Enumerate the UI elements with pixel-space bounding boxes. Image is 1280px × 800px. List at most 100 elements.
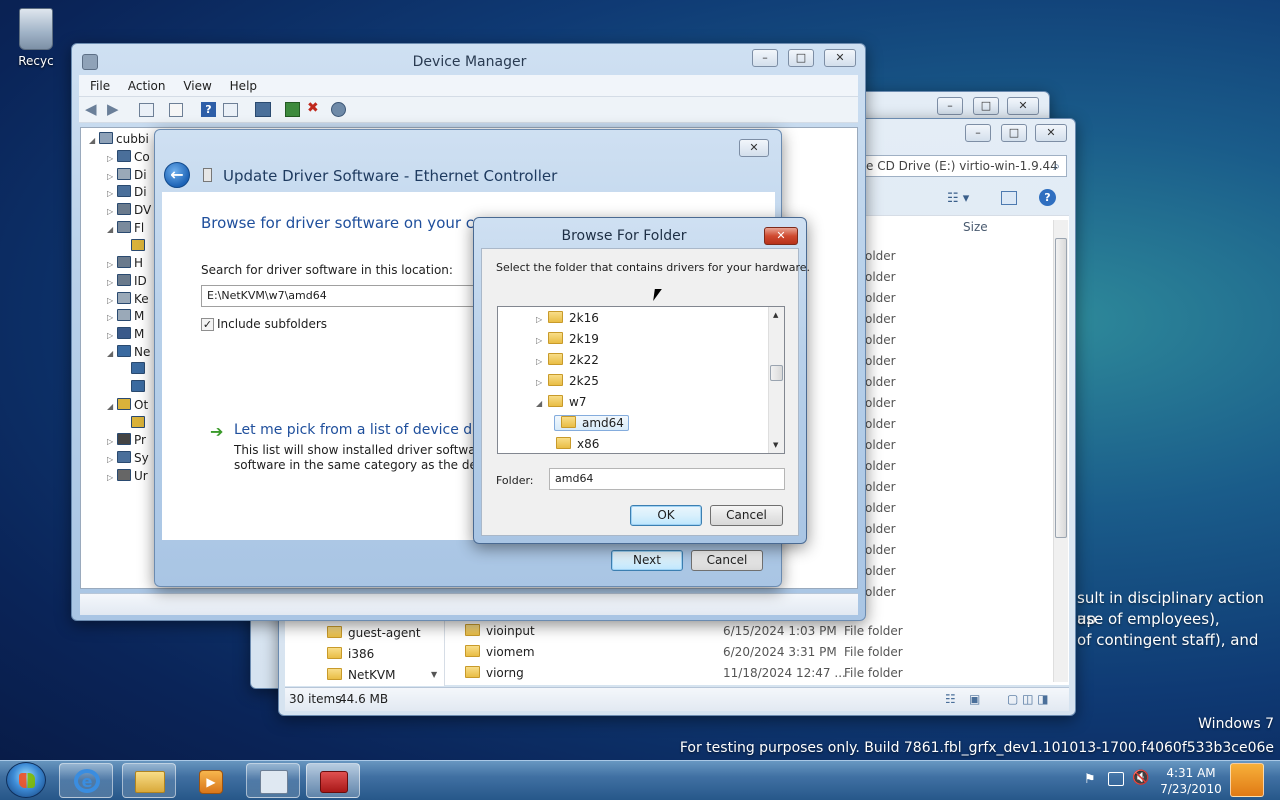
selected-folder[interactable]: amd64 <box>554 415 629 431</box>
close-button[interactable]: ✕ <box>764 227 798 245</box>
tree-item[interactable] <box>121 237 148 255</box>
folder-tree-rows[interactable]: ▷ 2k16 ▷ 2k19 ▷ 2k22 ▷ 2k25 ◢ w7 amd64 x86 <box>498 307 768 453</box>
minimize-button[interactable]: – <box>965 124 991 142</box>
taskbar-device-manager[interactable] <box>246 763 300 798</box>
tree-item[interactable]: ▷ Ke <box>107 290 149 308</box>
folder-tree-item[interactable]: amd64 <box>554 413 629 434</box>
taskbar-internet-explorer[interactable]: e <box>59 763 113 798</box>
folder-entry[interactable]: 2k19 <box>546 332 599 346</box>
action-pane-icon[interactable] <box>223 103 238 117</box>
folder-entry[interactable]: 2k16 <box>546 311 599 325</box>
navigation-pane[interactable]: guest-agent i386 NetKVM ▼ <box>285 620 445 686</box>
folder-tree[interactable]: ▷ 2k16 ▷ 2k19 ▷ 2k22 ▷ 2k25 ◢ w7 amd64 x86 ▲ ▼ <box>497 306 785 454</box>
help-icon[interactable]: ? <box>1039 189 1056 206</box>
tree-root[interactable]: ◢ cubbi <box>89 130 149 148</box>
help-icon[interactable]: ? <box>201 102 216 117</box>
preview-pane-icon[interactable] <box>1001 191 1017 205</box>
tree-item[interactable]: ▷ ID <box>107 272 147 290</box>
menu-action[interactable]: Action <box>128 79 166 93</box>
scroll-down-arrow-icon[interactable]: ▼ <box>773 441 778 449</box>
uninstall-icon[interactable]: ✖ <box>307 100 319 116</box>
properties-icon[interactable] <box>169 103 183 117</box>
scan-hardware-icon[interactable] <box>255 102 271 117</box>
scrollbar-thumb[interactable] <box>1055 238 1067 538</box>
cancel-button[interactable]: Cancel <box>710 505 783 526</box>
pick-from-list-link[interactable]: Let me pick from a list of device dr <box>234 422 478 438</box>
thumbnail-view-icon[interactable]: ▣ <box>969 692 980 706</box>
close-button[interactable]: ✕ <box>739 139 769 157</box>
vertical-scrollbar[interactable]: ▲ ▼ <box>768 307 784 453</box>
tree-item[interactable]: ◢ Ne <box>107 343 150 361</box>
ok-button[interactable]: OK <box>630 505 702 526</box>
expand-arrow-icon[interactable]: ▷ <box>107 469 117 487</box>
tree-item[interactable]: ▷ Di <box>107 183 147 201</box>
file-row[interactable]: viorng <box>465 663 524 684</box>
file-row[interactable]: vioinput <box>465 621 535 642</box>
tree-item[interactable]: ◢ Ot <box>107 396 148 414</box>
taskbar-explorer[interactable] <box>122 763 176 798</box>
expand-arrow-icon[interactable]: ▷ <box>536 351 546 372</box>
tree-item[interactable]: ◢ Fl <box>107 219 144 237</box>
expand-arrow-icon[interactable]: ▷ <box>536 372 546 393</box>
view-options-icon[interactable]: ☷ ▾ <box>947 191 969 206</box>
search-icon[interactable]: ⌕ <box>1053 156 1060 176</box>
scroll-up-arrow-icon[interactable]: ▲ <box>773 311 778 319</box>
folder-tree-item[interactable]: ▷ 2k25 <box>536 371 599 392</box>
maximize-button[interactable]: □ <box>1001 124 1027 142</box>
folder-entry[interactable]: w7 <box>546 395 586 409</box>
user-picture-icon[interactable] <box>1230 763 1264 797</box>
expand-arrow-icon[interactable]: ▷ <box>536 330 546 351</box>
expand-arrow-icon[interactable]: ▷ <box>536 309 546 330</box>
close-button[interactable]: ✕ <box>824 49 856 67</box>
action-center-flag-icon[interactable]: ⚑ <box>1084 772 1096 787</box>
tree-item[interactable]: ▷ M <box>107 307 144 325</box>
folder-tree-item[interactable]: x86 <box>554 434 599 453</box>
menu-file[interactable]: File <box>90 79 110 93</box>
cancel-button[interactable]: Cancel <box>691 550 763 571</box>
close-button[interactable]: ✕ <box>1007 97 1039 115</box>
tree-item[interactable]: ▷ Co <box>107 148 150 166</box>
tree-item[interactable]: ▷ Sy <box>107 449 149 467</box>
tree-item[interactable]: ▷ Ur <box>107 467 148 485</box>
folder-input[interactable]: amd64 <box>549 468 785 490</box>
folder-tree-item[interactable]: ▷ 2k19 <box>536 329 599 350</box>
next-button[interactable]: Next <box>611 550 683 571</box>
tree-item[interactable] <box>121 360 148 378</box>
scroll-down-arrow-icon[interactable]: ▼ <box>431 670 437 679</box>
tree-item[interactable]: ▷ DV <box>107 201 151 219</box>
driver-path-input[interactable]: E:\NetKVM\w7\amd64 <box>201 285 481 307</box>
nav-folder-guest-agent[interactable]: guest-agent <box>327 623 421 644</box>
recycle-bin[interactable]: Recyc <box>4 6 68 76</box>
maximize-button[interactable]: □ <box>973 97 999 115</box>
folder-entry[interactable]: 2k22 <box>546 353 599 367</box>
collapse-arrow-icon[interactable]: ◢ <box>107 398 117 416</box>
folder-entry[interactable]: x86 <box>554 437 599 451</box>
vertical-scrollbar[interactable] <box>1053 220 1068 682</box>
taskbar-media-player[interactable]: ▶ <box>184 763 238 798</box>
nav-folder-netkvm[interactable]: NetKVM <box>327 665 396 686</box>
disable-device-icon[interactable] <box>331 102 346 117</box>
menu-view[interactable]: View <box>183 79 211 93</box>
forward-arrow-icon[interactable]: ▶ <box>107 100 119 118</box>
tree-item[interactable]: ▷ M <box>107 325 144 343</box>
collapse-arrow-icon[interactable]: ◢ <box>89 132 99 150</box>
menu-help[interactable]: Help <box>230 79 257 93</box>
nav-folder-i386[interactable]: i386 <box>327 644 374 665</box>
maximize-button[interactable]: □ <box>788 49 814 67</box>
tree-item[interactable]: ▷ H <box>107 254 143 272</box>
collapse-arrow-icon[interactable]: ◢ <box>536 393 546 414</box>
show-hide-console-tree-icon[interactable] <box>139 103 154 117</box>
tree-item[interactable]: ▷ Pr <box>107 431 146 449</box>
tree-item[interactable]: ▷ Di <box>107 166 147 184</box>
details-view-icon[interactable]: ☷ <box>945 692 956 706</box>
column-size-header[interactable]: Size <box>963 220 988 234</box>
minimize-button[interactable]: – <box>752 49 778 67</box>
tree-item[interactable] <box>121 378 148 396</box>
taskbar-clock[interactable]: 4:31 AM 7/23/2010 <box>1160 765 1222 797</box>
volume-muted-icon[interactable]: 🔇 <box>1132 770 1149 786</box>
update-driver-icon[interactable] <box>285 102 300 117</box>
minimize-button[interactable]: – <box>937 97 963 115</box>
folder-entry[interactable]: 2k25 <box>546 374 599 388</box>
layout-view-icon[interactable]: ▢ ◫ ◨ <box>1007 692 1049 706</box>
back-button[interactable]: ← <box>164 162 190 188</box>
